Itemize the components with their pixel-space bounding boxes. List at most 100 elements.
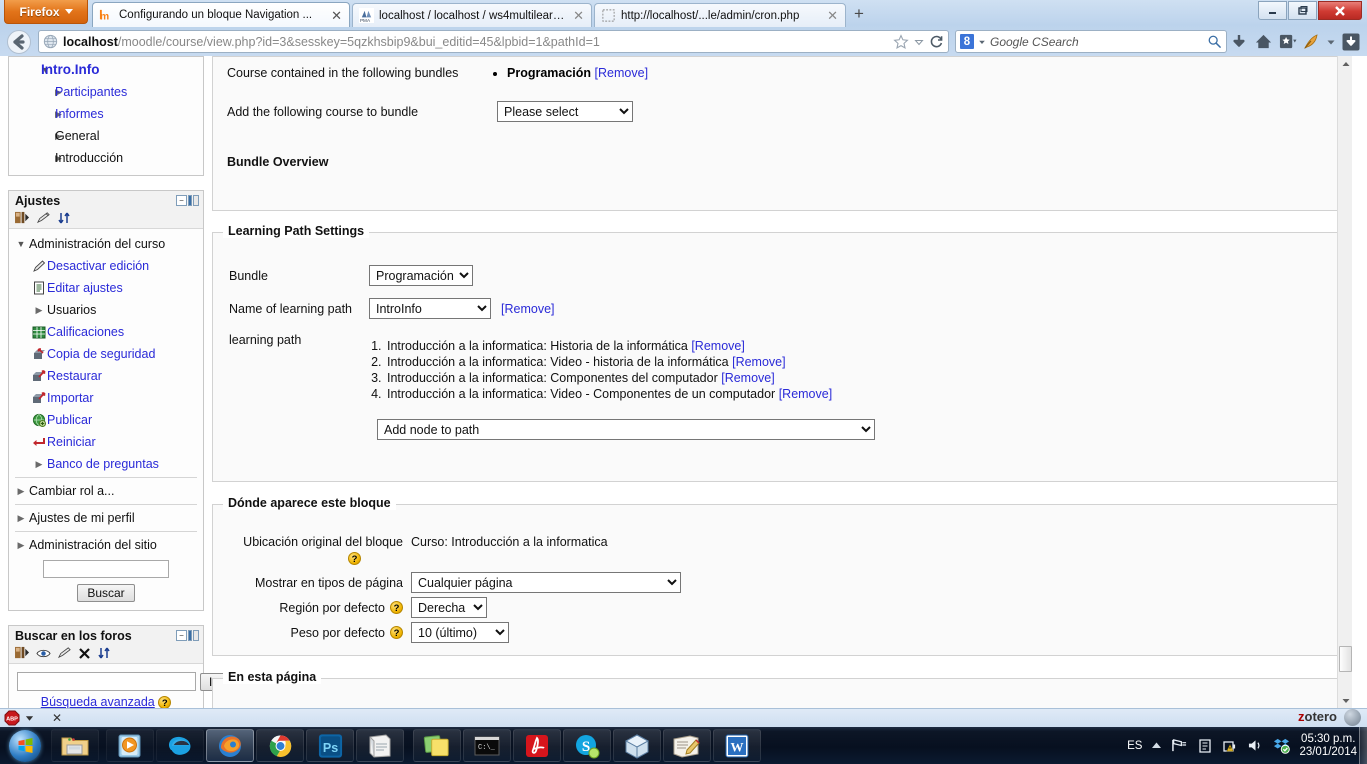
network-icon[interactable] xyxy=(1171,738,1188,753)
address-bar[interactable]: localhost/moodle/course/view.php?id=3&se… xyxy=(38,30,949,53)
home-button[interactable] xyxy=(1251,30,1275,54)
triangle-right-icon[interactable]: ▶ xyxy=(13,103,62,125)
taskbar-item-notepad[interactable] xyxy=(356,729,404,762)
sidebar-item-general[interactable]: ▶ General xyxy=(13,125,199,147)
remove-node-link[interactable]: [Remove] xyxy=(721,371,775,385)
zotero-label[interactable]: zotero xyxy=(1298,709,1337,724)
collapse-icon[interactable]: − xyxy=(176,630,187,641)
bookmark-star-icon[interactable] xyxy=(893,33,909,50)
add-node-select[interactable]: Add node to path xyxy=(377,419,875,440)
help-icon[interactable]: ? xyxy=(390,626,403,639)
sidebar-item-publicar[interactable]: Publicar xyxy=(13,409,199,431)
remove-node-link[interactable]: [Remove] xyxy=(779,387,833,401)
tab-close-icon[interactable]: ✕ xyxy=(824,9,841,22)
move-updown-icon[interactable] xyxy=(57,211,71,225)
triangle-down-icon[interactable]: ▼ xyxy=(13,59,50,81)
language-indicator[interactable]: ES xyxy=(1127,740,1142,752)
help-icon[interactable]: ? xyxy=(390,601,403,614)
forum-search-input[interactable] xyxy=(17,672,196,691)
sidebar-item-usuarios[interactable]: ▶ Usuarios xyxy=(13,299,199,321)
triangle-right-icon[interactable]: ▶ xyxy=(13,147,62,169)
taskbar-item-command-prompt[interactable]: C:\_ xyxy=(463,729,511,762)
chevron-down-icon[interactable] xyxy=(25,714,34,722)
settings-search-button[interactable]: Buscar xyxy=(77,584,135,602)
sidebar-item-administracion-del-sitio[interactable]: ▶ Administración del sitio xyxy=(13,534,199,556)
adblock-plus-icon[interactable]: ABP xyxy=(4,710,20,726)
triangle-right-icon[interactable]: ▶ xyxy=(31,453,47,475)
dropbox-icon[interactable] xyxy=(1273,737,1291,754)
dock-bar-icon[interactable] xyxy=(188,630,192,641)
sidebar-item-restaurar[interactable]: Restaurar xyxy=(13,365,199,387)
sidebar-item-desactivar-edicion[interactable]: Desactivar edición xyxy=(13,255,199,277)
block-controls[interactable]: − xyxy=(176,630,199,641)
page-scrollbar[interactable] xyxy=(1337,56,1352,708)
dropmarker-icon[interactable] xyxy=(914,37,924,47)
taskbar-item-acrobat-reader[interactable] xyxy=(513,729,561,762)
sidebar-item-administracion-del-curso[interactable]: ▼ Administración del curso xyxy=(13,233,199,255)
sidebar-item-introduccion[interactable]: ▶ Introducción xyxy=(13,147,199,169)
scroll-down-button[interactable] xyxy=(1338,693,1353,708)
remove-node-link[interactable]: [Remove] xyxy=(691,339,745,353)
sidebar-item-ajustes-de-mi-perfil[interactable]: ▶ Ajustes de mi perfil xyxy=(13,507,199,529)
triangle-down-icon[interactable]: ▼ xyxy=(13,233,29,255)
sidebar-item-cambiar-rol[interactable]: ▶ Cambiar rol a... xyxy=(13,480,199,502)
move-updown-icon[interactable] xyxy=(97,646,111,660)
help-icon[interactable]: ? xyxy=(348,552,361,566)
taskbar-clock[interactable]: 05:30 p.m. 23/01/2014 xyxy=(1299,733,1357,759)
pencil-icon[interactable] xyxy=(57,646,72,660)
search-icon[interactable] xyxy=(1207,34,1222,49)
window-close-button[interactable] xyxy=(1318,1,1362,20)
downloads-button[interactable] xyxy=(1227,30,1251,54)
close-addon-bar-icon[interactable]: ✕ xyxy=(52,711,62,725)
sidebar-item-importar[interactable]: Importar xyxy=(13,387,199,409)
remove-path-link[interactable]: [Remove] xyxy=(501,302,555,316)
bookmarks-button[interactable] xyxy=(1275,30,1299,54)
taskbar-item-firefox[interactable] xyxy=(206,729,254,762)
sidebar-item-copia-de-seguridad[interactable]: Copia de seguridad xyxy=(13,343,199,365)
tab-phpmyadmin[interactable]: PMA localhost / localhost / ws4multilear… xyxy=(352,3,592,27)
triangle-right-icon[interactable]: ▶ xyxy=(13,125,62,147)
show-desktop-button[interactable] xyxy=(1359,727,1367,764)
tab-moodle[interactable]: m Configurando un bloque Navigation ... … xyxy=(92,2,350,27)
reload-button[interactable] xyxy=(929,34,944,49)
taskbar-item-photoshop[interactable]: Ps xyxy=(306,729,354,762)
taskbar-item-virtualbox[interactable] xyxy=(613,729,661,762)
taskbar-item-chrome[interactable] xyxy=(256,729,304,762)
tab-close-icon[interactable]: ✕ xyxy=(328,9,345,22)
dock-icon[interactable] xyxy=(15,211,30,225)
sidebar-item-participantes[interactable]: ▶ Participantes xyxy=(13,81,199,103)
taskbar-item-sticky-notes[interactable] xyxy=(413,729,461,762)
taskbar-item-internet-explorer[interactable] xyxy=(156,729,204,762)
sidebar-item-editar-ajustes[interactable]: Editar ajustes xyxy=(13,277,199,299)
pencil-icon[interactable] xyxy=(36,211,51,225)
scroll-up-button[interactable] xyxy=(1338,56,1353,71)
action-center-icon[interactable] xyxy=(1197,738,1213,754)
search-bar[interactable]: 8 Google CSearch xyxy=(955,30,1227,53)
add-course-select[interactable]: Please select xyxy=(497,101,633,122)
taskbar-item-word[interactable]: W xyxy=(713,729,761,762)
triangle-right-icon[interactable]: ▶ xyxy=(13,81,62,103)
sidebar-item-reiniciar[interactable]: Reiniciar xyxy=(13,431,199,453)
tab-cron[interactable]: http://localhost/...le/admin/cron.php ✕ xyxy=(594,3,846,27)
triangle-right-icon[interactable]: ▶ xyxy=(31,299,47,321)
firefox-menu-button[interactable]: Firefox xyxy=(4,0,88,24)
dock-bar2-icon[interactable] xyxy=(193,630,199,641)
new-tab-button[interactable]: + xyxy=(848,5,870,25)
sidebar-item-calificaciones[interactable]: Calificaciones xyxy=(13,321,199,343)
save-button[interactable] xyxy=(1339,30,1363,54)
triangle-right-icon[interactable]: ▶ xyxy=(13,480,29,502)
show-hidden-icons-button[interactable] xyxy=(1151,741,1162,750)
triangle-right-icon[interactable]: ▶ xyxy=(13,534,29,556)
path-name-select[interactable]: IntroInfo xyxy=(369,298,491,319)
help-icon[interactable]: ? xyxy=(158,696,172,708)
weight-select[interactable]: 10 (último) xyxy=(411,622,509,643)
bundle-select[interactable]: Programación xyxy=(369,265,473,286)
remove-node-link[interactable]: [Remove] xyxy=(732,355,786,369)
taskbar-item-explorer[interactable] xyxy=(51,729,99,762)
taskbar-item-skype[interactable]: S xyxy=(563,729,611,762)
taskbar-item-wordpad[interactable] xyxy=(663,729,711,762)
page-types-select[interactable]: Cualquier página xyxy=(411,572,681,593)
addon-dropmarker[interactable] xyxy=(1323,30,1339,54)
triangle-right-icon[interactable]: ▶ xyxy=(13,507,29,529)
scrollbar-thumb[interactable] xyxy=(1339,646,1352,672)
